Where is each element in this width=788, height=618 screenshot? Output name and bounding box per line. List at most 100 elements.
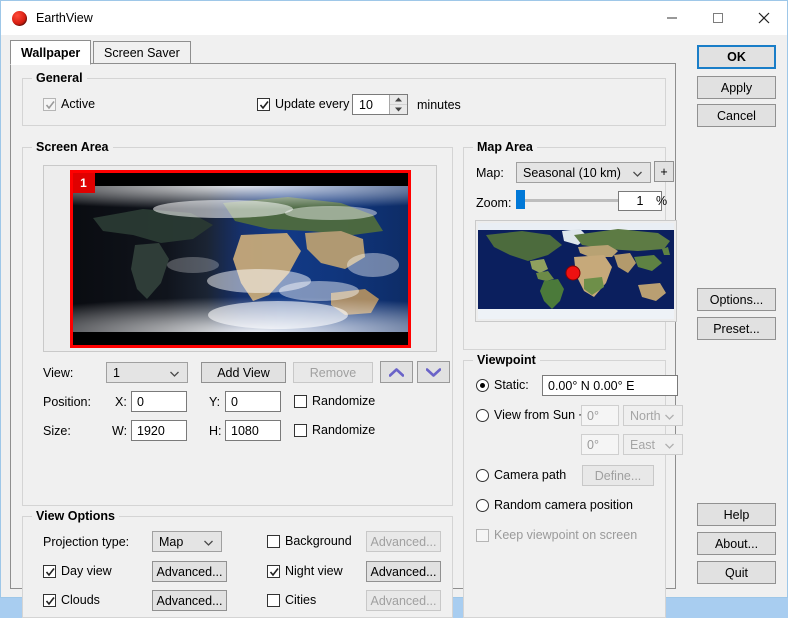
preset-button[interactable]: Preset... [697,317,776,340]
update-interval-value: 10 [359,97,373,112]
size-h-value: 1080 [231,423,259,438]
sun-angle1-input: 0° [581,405,619,426]
day-view-checkbox-box [43,564,56,578]
clouds-advanced-button[interactable]: Advanced... [152,590,227,611]
viewpoint-camera-path-radio-box [476,468,489,482]
wallpaper-preview[interactable]: 1 [69,169,411,348]
day-view-label: Day view [61,564,112,578]
clouds-checkbox[interactable]: Clouds [43,593,100,607]
viewpoint-static-input[interactable]: 0.00° N 0.00° E [542,375,678,396]
chevron-down-icon [170,366,179,380]
day-view-advanced-label: Advanced... [156,564,223,579]
ok-button[interactable]: OK [697,45,776,69]
sun-direction1-value: North [630,408,661,423]
zoom-value: 1 [636,194,644,208]
tab-page-wallpaper: General Active Update every 10 minutes S… [10,63,683,618]
move-view-down-button[interactable] [417,361,450,383]
viewpoint-static-label: Static: [494,378,529,392]
sun-angle2-value: 0° [587,437,599,452]
background-advanced-label: Advanced... [370,534,437,549]
background-checkbox[interactable]: Background [267,534,352,548]
viewpoint-marker [565,265,581,281]
chevron-down-icon [665,438,674,452]
position-x-input[interactable]: 0 [131,391,187,412]
background-advanced-button: Advanced... [366,531,441,552]
viewpoint-random-camera-label: Random camera position [494,498,633,512]
cities-checkbox[interactable]: Cities [267,593,316,607]
viewpoint-sun-radio[interactable]: View from Sun + [476,408,586,422]
size-randomize-label: Randomize [312,423,376,437]
add-view-button[interactable]: Add View [201,362,286,383]
chevron-down-icon [426,367,441,377]
sun-direction1-select: North [623,405,683,426]
size-randomize-checkbox[interactable]: Randomize [294,423,375,437]
position-randomize-checkbox[interactable]: Randomize [294,394,375,408]
help-button[interactable]: Help [697,503,776,526]
keep-viewpoint-label: Keep viewpoint on screen [494,528,638,542]
active-checkbox[interactable]: Active [43,97,95,111]
update-every-checkbox[interactable]: Update every [257,97,349,111]
position-y-input[interactable]: 0 [225,391,281,412]
view-select[interactable]: 1 [106,362,188,383]
quit-button[interactable]: Quit [697,561,776,584]
clouds-checkbox-box [43,593,56,607]
cities-advanced-button: Advanced... [366,590,441,611]
projection-type-label: Projection type: [43,535,130,549]
size-w-input[interactable]: 1920 [131,420,187,441]
view-label: View: [43,366,74,380]
day-view-checkbox[interactable]: Day view [43,564,112,578]
chevron-down-icon [204,535,213,549]
map-add-button[interactable]: + [654,161,674,182]
spinner-down-icon[interactable] [390,105,407,114]
viewpoint-random-camera-radio[interactable]: Random camera position [476,498,633,512]
night-view-checkbox[interactable]: Night view [267,564,343,578]
wallpaper-preview-frame[interactable]: 1 [43,165,437,352]
group-screen-area: Screen Area 1 View: 1 Add View Remove Po… [22,140,453,506]
camera-path-define-label: Define... [594,468,642,483]
cancel-button[interactable]: Cancel [697,104,776,127]
maximize-icon[interactable] [695,1,741,35]
group-screen-area-legend: Screen Area [32,140,113,154]
update-every-label: Update every [275,97,350,111]
chevron-down-icon [665,409,674,423]
projection-type-select[interactable]: Map [152,531,222,552]
ok-button-label: OK [727,50,746,64]
map-label: Map: [476,166,504,180]
position-randomize-label: Randomize [312,394,376,408]
globe-icon [12,10,27,26]
map-select[interactable]: Seasonal (10 km) [516,162,651,183]
move-view-up-button[interactable] [380,361,413,383]
position-y-value: 0 [231,394,238,409]
spinner-up-icon[interactable] [390,95,407,105]
map-preview[interactable] [478,223,674,319]
viewpoint-camera-path-radio[interactable]: Camera path [476,468,566,482]
map-select-value: Seasonal (10 km) [523,165,621,180]
cancel-button-label: Cancel [717,108,756,123]
tab-wallpaper[interactable]: Wallpaper [10,40,92,65]
apply-button[interactable]: Apply [697,76,776,99]
group-general-legend: General [32,71,87,85]
tab-screen-saver[interactable]: Screen Saver [93,41,191,64]
camera-path-define-button: Define... [582,465,654,486]
close-icon[interactable] [741,1,787,35]
minimize-icon[interactable] [649,1,695,35]
viewpoint-static-value: 0.00° N 0.00° E [548,378,635,393]
update-interval-stepper[interactable]: 10 [352,94,408,115]
night-view-advanced-label: Advanced... [370,564,437,579]
day-view-advanced-button[interactable]: Advanced... [152,561,227,582]
background-checkbox-box [267,534,280,548]
night-view-advanced-button[interactable]: Advanced... [366,561,441,582]
main-content: Wallpaper Screen Saver General Active Up… [1,35,685,618]
size-w-label: W: [112,424,128,438]
size-h-input[interactable]: 1080 [225,420,281,441]
zoom-slider-thumb[interactable] [516,190,525,209]
preset-button-label: Preset... [713,321,760,336]
about-button[interactable]: About... [697,532,776,555]
cities-label: Cities [285,593,317,607]
viewpoint-static-radio[interactable]: Static: [476,378,529,392]
group-map-area-legend: Map Area [473,140,537,154]
options-button[interactable]: Options... [697,288,776,311]
zoom-slider[interactable] [516,189,626,211]
clouds-label: Clouds [61,593,100,607]
map-preview-frame[interactable] [475,220,677,322]
